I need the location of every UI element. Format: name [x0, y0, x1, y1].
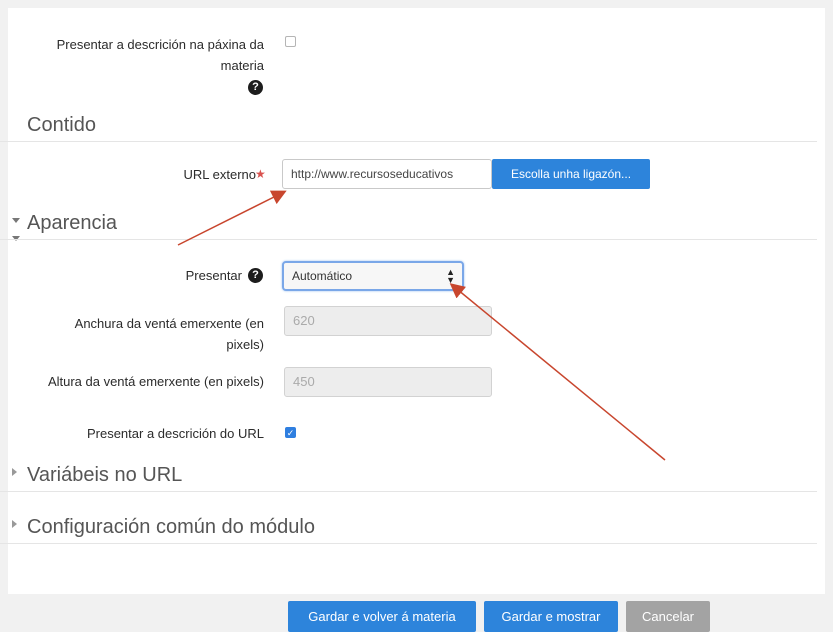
save-and-return-button[interactable]: Gardar e volver á materia [288, 601, 476, 632]
collapse-down-icon [12, 218, 20, 223]
show-description-checkbox[interactable] [285, 36, 296, 47]
section-url-variables-header[interactable]: Variábeis no URL [0, 458, 817, 492]
select-value: Automático [292, 269, 353, 283]
label-line: pixels) [226, 337, 264, 352]
section-title: Variábeis no URL [27, 464, 183, 486]
required-star-icon: ★ [255, 167, 266, 181]
display-label: Presentar [120, 265, 242, 286]
section-content-header[interactable]: Contido [0, 108, 817, 241]
choose-link-button[interactable]: Escolla unha ligazón... [492, 159, 650, 189]
section-title: Configuración común do módulo [27, 516, 315, 538]
help-icon[interactable]: ? [248, 80, 263, 95]
settings-form [8, 8, 825, 594]
section-common-settings-header[interactable]: Configuración común do módulo [0, 510, 817, 544]
show-url-description-checkbox[interactable]: ✓ [285, 427, 296, 438]
label-text: Altura da ventá emerxente (en pixels) [47, 374, 264, 389]
popup-height-input[interactable]: 450 [284, 367, 492, 397]
external-url-input[interactable]: http://www.recursoseducativos [282, 159, 492, 189]
expand-right-icon [12, 468, 17, 476]
section-title: Contido [27, 114, 96, 136]
popup-width-label: Anchura da ventá emerxente (en pixels) [20, 313, 264, 355]
expand-right-icon [12, 520, 17, 528]
updown-arrows-icon: ▲ ▼ [446, 267, 455, 285]
section-title: Aparencia [27, 212, 118, 234]
show-url-description-label: Presentar a descrición do URL [20, 423, 264, 444]
label-text: URL externo [183, 167, 257, 182]
section-appearance-header[interactable]: Aparencia [0, 206, 817, 240]
label-line: materia [220, 58, 264, 73]
popup-width-input[interactable]: 620 [284, 306, 492, 336]
help-icon[interactable]: ? [248, 268, 263, 283]
display-select[interactable]: Automático ▲ ▼ [282, 261, 464, 291]
save-and-display-button[interactable]: Gardar e mostrar [484, 601, 618, 632]
external-url-label: URL externo [120, 164, 257, 185]
label-line: Presentar a descrición na páxina da [56, 37, 264, 52]
show-description-label: Presentar a descrición na páxina da mate… [20, 34, 264, 76]
label-text: Presentar [185, 268, 242, 283]
popup-height-label: Altura da ventá emerxente (en pixels) [8, 371, 264, 392]
label-line: Anchura da ventá emerxente (en [74, 316, 264, 331]
cancel-button[interactable]: Cancelar [626, 601, 710, 632]
label-text: Presentar a descrición do URL [86, 426, 264, 441]
